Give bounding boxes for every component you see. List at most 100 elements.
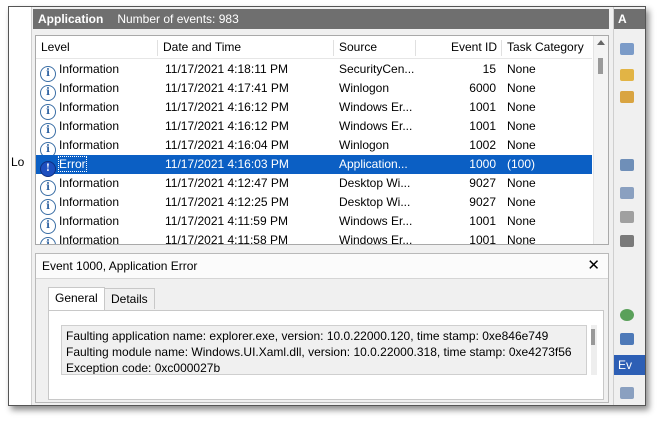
event-id: 15 xyxy=(482,62,496,76)
event-level: i Information xyxy=(40,233,120,245)
event-level-label: Information xyxy=(59,176,120,190)
event-row[interactable]: i Information 11/17/2021 4:17:41 PM Winlogo… xyxy=(36,79,592,101)
event-source: Desktop Wi... xyxy=(339,176,411,190)
event-row[interactable]: i Information 11/17/2021 4:16:12 PM Windows… xyxy=(36,98,592,120)
event-source: Winlogon xyxy=(339,138,390,152)
event-id: 1000 xyxy=(469,157,496,171)
event-description[interactable]: Faulting application name: explorer.exe,… xyxy=(61,325,587,375)
event-level-label: Information xyxy=(59,81,120,95)
console-tree-item[interactable]: Lo xyxy=(11,155,24,169)
event-datetime: 11/17/2021 4:11:59 PM xyxy=(165,214,288,228)
description-line: Faulting module name: Windows.UI.Xaml.dl… xyxy=(66,345,572,359)
event-task-category: None xyxy=(507,233,536,245)
find-icon[interactable] xyxy=(620,211,634,223)
help-icon[interactable] xyxy=(620,333,634,345)
event-level-label: Information xyxy=(59,195,120,209)
event-source: SecurityCen... xyxy=(339,62,415,76)
event-source: Winlogon xyxy=(339,81,390,95)
event-row[interactable]: ! Error 11/17/2021 4:16:03 PM Application..… xyxy=(36,155,592,177)
event-source: Windows Er... xyxy=(339,100,413,114)
event-id: 6000 xyxy=(469,81,496,95)
event-task-category: None xyxy=(507,214,536,228)
event-id: 1002 xyxy=(469,138,496,152)
close-icon[interactable]: ✕ xyxy=(587,256,600,274)
action-icon[interactable] xyxy=(620,91,634,103)
event-task-category: None xyxy=(507,195,536,209)
tab-general[interactable]: General xyxy=(48,287,105,310)
event-level-label: Information xyxy=(59,138,120,152)
column-header-level[interactable]: Level xyxy=(36,40,158,56)
folder-icon[interactable] xyxy=(620,69,634,81)
event-row[interactable]: i Information 11/17/2021 4:12:47 PM Desktop… xyxy=(36,174,592,196)
event-level-label: Information xyxy=(59,100,120,114)
event-id: 9027 xyxy=(469,176,496,190)
tab-details[interactable]: Details xyxy=(104,288,155,309)
event-datetime: 11/17/2021 4:18:11 PM xyxy=(165,62,288,76)
description-scroll-thumb[interactable] xyxy=(591,329,595,345)
event-datetime: 11/17/2021 4:16:12 PM xyxy=(165,119,289,133)
event-id: 1001 xyxy=(469,214,496,228)
event-source: Application... xyxy=(339,157,408,171)
event-row[interactable]: i Information 11/17/2021 4:12:25 PM Desktop… xyxy=(36,193,592,215)
event-level-label: Information xyxy=(59,214,120,228)
event-source: Windows Er... xyxy=(339,233,413,245)
events-grid: Level Date and Time Source Event ID Task… xyxy=(35,35,609,245)
event-datetime: 11/17/2021 4:17:41 PM xyxy=(165,81,289,95)
actions-header: A xyxy=(614,9,645,29)
event-task-category: (100) xyxy=(507,157,536,171)
event-task-category: None xyxy=(507,81,536,95)
event-task-category: None xyxy=(507,100,536,114)
column-header-source[interactable]: Source xyxy=(334,40,416,56)
description-line: Exception code: 0xc000027b xyxy=(66,361,221,375)
event-source: Windows Er... xyxy=(339,214,413,228)
column-header-event-id[interactable]: Event ID xyxy=(416,40,502,56)
save-icon[interactable] xyxy=(620,235,634,247)
event-row[interactable]: i Information 11/17/2021 4:16:04 PM Winlogo… xyxy=(36,136,592,158)
event-id: 9027 xyxy=(469,195,496,209)
properties-icon[interactable] xyxy=(620,187,634,199)
event-id: 1001 xyxy=(469,233,496,245)
scroll-up-arrow-icon[interactable] xyxy=(597,40,605,45)
event-task-category: None xyxy=(507,176,536,190)
event-datetime: 11/17/2021 4:16:04 PM xyxy=(165,138,289,152)
event-source: Windows Er... xyxy=(339,119,413,133)
event-viewer-window: Lo Application Number of events: 983 Lev… xyxy=(8,6,646,406)
event-level-label: Information xyxy=(59,233,120,245)
event-datetime: 11/17/2021 4:11:58 PM xyxy=(165,233,288,245)
grid-scrollbar[interactable] xyxy=(593,36,608,244)
event-datetime: 11/17/2021 4:12:25 PM xyxy=(165,195,289,209)
general-tab-body: Faulting application name: explorer.exe,… xyxy=(48,310,604,400)
detail-header: Event 1000, Application Error ✕ xyxy=(36,254,608,279)
event-row[interactable]: i Information 11/17/2021 4:16:12 PM Windows… xyxy=(36,117,592,139)
detail-title: Event 1000, Application Error xyxy=(42,259,198,273)
actions-event-section[interactable]: Ev xyxy=(614,355,645,375)
event-level-label: Error xyxy=(58,156,87,172)
grid-header: Level Date and Time Source Event ID Task… xyxy=(36,36,592,59)
column-header-task-category[interactable]: Task Category xyxy=(502,40,592,56)
event-count: Number of events: 983 xyxy=(117,12,239,26)
description-line: Faulting application name: explorer.exe,… xyxy=(66,329,549,343)
description-scrollbar[interactable] xyxy=(591,325,597,375)
event-row[interactable]: i Information 11/17/2021 4:18:11 PM Securit… xyxy=(36,60,592,82)
event-task-category: None xyxy=(507,138,536,152)
event-datetime: 11/17/2021 4:16:03 PM xyxy=(165,157,289,171)
console-tree-panel: Lo xyxy=(9,7,32,405)
event-row[interactable]: i Information 11/17/2021 4:11:59 PM Windows… xyxy=(36,212,592,234)
event-properties-icon[interactable] xyxy=(620,387,634,399)
actions-panel: A Ev xyxy=(613,7,645,405)
event-datetime: 11/17/2021 4:12:47 PM xyxy=(165,176,289,190)
information-icon: i xyxy=(40,237,56,244)
event-task-category: None xyxy=(507,119,536,133)
scroll-thumb[interactable] xyxy=(598,58,603,74)
event-id: 1001 xyxy=(469,119,496,133)
log-header-bar: Application Number of events: 983 xyxy=(33,9,609,29)
event-datetime: 11/17/2021 4:16:12 PM xyxy=(165,100,289,114)
refresh-icon[interactable] xyxy=(620,309,634,321)
log-name: Application xyxy=(38,12,104,26)
column-header-datetime[interactable]: Date and Time xyxy=(158,40,334,56)
event-id: 1001 xyxy=(469,100,496,114)
event-level-label: Information xyxy=(59,119,120,133)
event-row[interactable]: i Information 11/17/2021 4:11:58 PM Windows… xyxy=(36,231,592,245)
action-icon[interactable] xyxy=(620,43,634,55)
filter-icon[interactable] xyxy=(620,159,634,171)
